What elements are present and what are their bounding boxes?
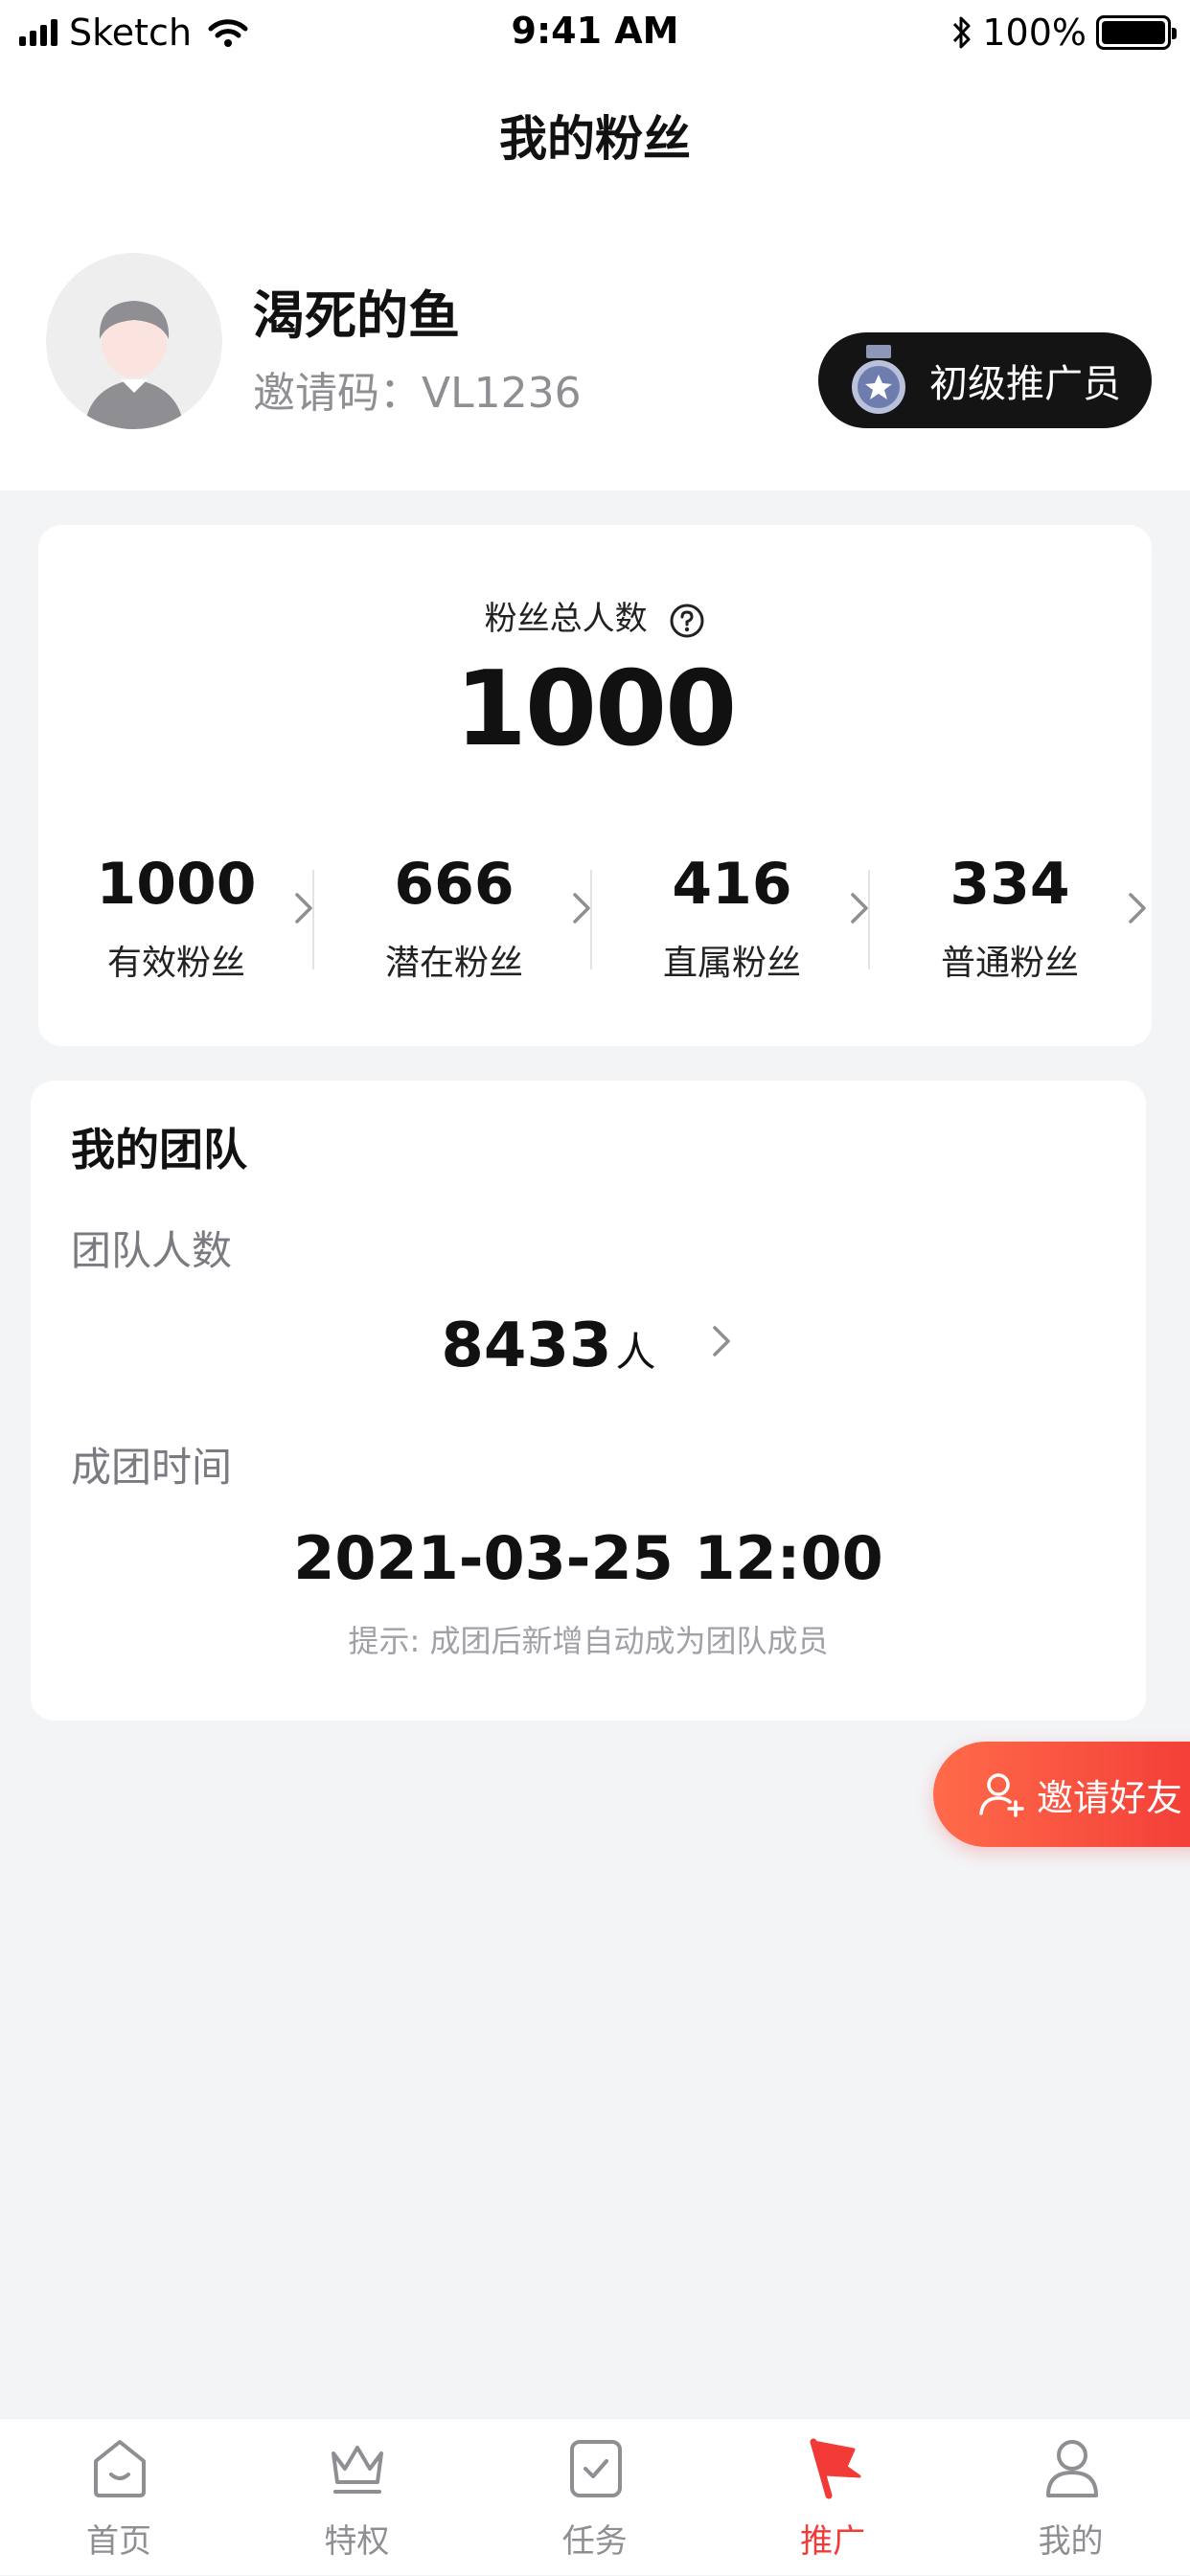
fans-card: 粉丝总人数 1000 1000 有效粉丝 666 潜在粉丝 416 直属粉丝 3…: [38, 525, 1152, 1046]
team-hint: 提示: 成团后新增自动成为团队成员: [348, 1623, 829, 1659]
stat-label: 有效粉丝: [106, 944, 245, 983]
tab-label: 任务: [561, 2522, 628, 2561]
team-count-row[interactable]: 8433人: [31, 1311, 1146, 1381]
username: 渴死的鱼: [253, 285, 460, 346]
fans-total-value: 1000: [454, 650, 738, 769]
team-title: 我的团队: [71, 1124, 247, 1175]
battery-percent: 100%: [982, 11, 1087, 54]
level-label: 初级推广员: [929, 362, 1121, 406]
fans-stats: 1000 有效粉丝 666 潜在粉丝 416 直属粉丝 334 普通粉丝: [38, 851, 1152, 985]
fans-total-label: 粉丝总人数: [484, 600, 648, 638]
avatar[interactable]: [46, 253, 222, 429]
tab-label: 我的: [1038, 2522, 1104, 2561]
stat-effective-fans[interactable]: 1000 有效粉丝: [71, 851, 349, 985]
chevron-right-icon: [712, 1326, 730, 1356]
help-icon[interactable]: [669, 603, 705, 639]
team-count-unit: 人: [615, 1329, 656, 1376]
flag-icon: [810, 2438, 861, 2499]
stat-value: 416: [672, 851, 792, 918]
invite-friends-label: 邀请好友: [1037, 1776, 1183, 1819]
tab-promote[interactable]: 推广: [714, 2419, 951, 2576]
tab-mine[interactable]: 我的: [952, 2419, 1190, 2576]
team-count-label: 团队人数: [71, 1227, 233, 1274]
stat-label: 直属粉丝: [662, 944, 801, 983]
stat-label: 普通粉丝: [940, 944, 1079, 983]
home-icon: [94, 2440, 146, 2497]
invite-code: 邀请码：VL1236: [253, 369, 582, 418]
stat-normal-fans[interactable]: 334 普通粉丝: [904, 851, 1182, 985]
level-badge[interactable]: 初级推广员: [818, 332, 1152, 428]
avatar-placeholder-icon: [84, 301, 184, 429]
status-bar: Sketch 9:41 AM 100%: [0, 0, 1190, 67]
stat-divider: [312, 870, 314, 969]
user-icon: [1045, 2440, 1098, 2497]
stat-divider: [590, 870, 592, 969]
battery-icon: [1096, 15, 1177, 50]
stat-value: 1000: [96, 851, 257, 918]
page-title: 我的粉丝: [499, 111, 691, 167]
add-user-icon: [979, 1773, 1024, 1817]
tab-label: 推广: [800, 2522, 866, 2561]
stat-value: 666: [394, 851, 515, 918]
stat-direct-fans[interactable]: 416 直属粉丝: [627, 851, 904, 985]
team-count-value: 8433: [441, 1311, 612, 1381]
invite-friends-button[interactable]: 邀请好友: [933, 1742, 1190, 1847]
chevron-right-icon: [1129, 893, 1146, 923]
tab-label: 首页: [86, 2522, 151, 2561]
stat-divider: [868, 870, 870, 969]
stat-value: 334: [950, 851, 1070, 918]
medal-icon: [852, 345, 905, 414]
fans-total-heading: 粉丝总人数: [38, 592, 1152, 639]
tab-label: 特权: [324, 2522, 390, 2561]
bluetooth-icon: [953, 16, 971, 49]
tab-home[interactable]: 首页: [0, 2419, 238, 2576]
status-right: 100%: [951, 11, 1177, 54]
team-card: 我的团队 团队人数 8433人 成团时间 2021-03-25 12:00 提示…: [31, 1081, 1146, 1721]
formed-time-value: 2021-03-25 12:00: [293, 1523, 883, 1593]
tab-tasks[interactable]: 任务: [476, 2419, 714, 2576]
task-icon: [569, 2440, 622, 2497]
stat-potential-fans[interactable]: 666 潜在粉丝: [349, 851, 627, 985]
stat-label: 潜在粉丝: [384, 944, 523, 983]
tab-bar: 首页 特权 任务 推广 我的: [0, 2418, 1190, 2575]
formed-time-label: 成团时间: [71, 1444, 233, 1491]
tab-privileges[interactable]: 特权: [238, 2419, 475, 2576]
crown-icon: [332, 2446, 384, 2494]
